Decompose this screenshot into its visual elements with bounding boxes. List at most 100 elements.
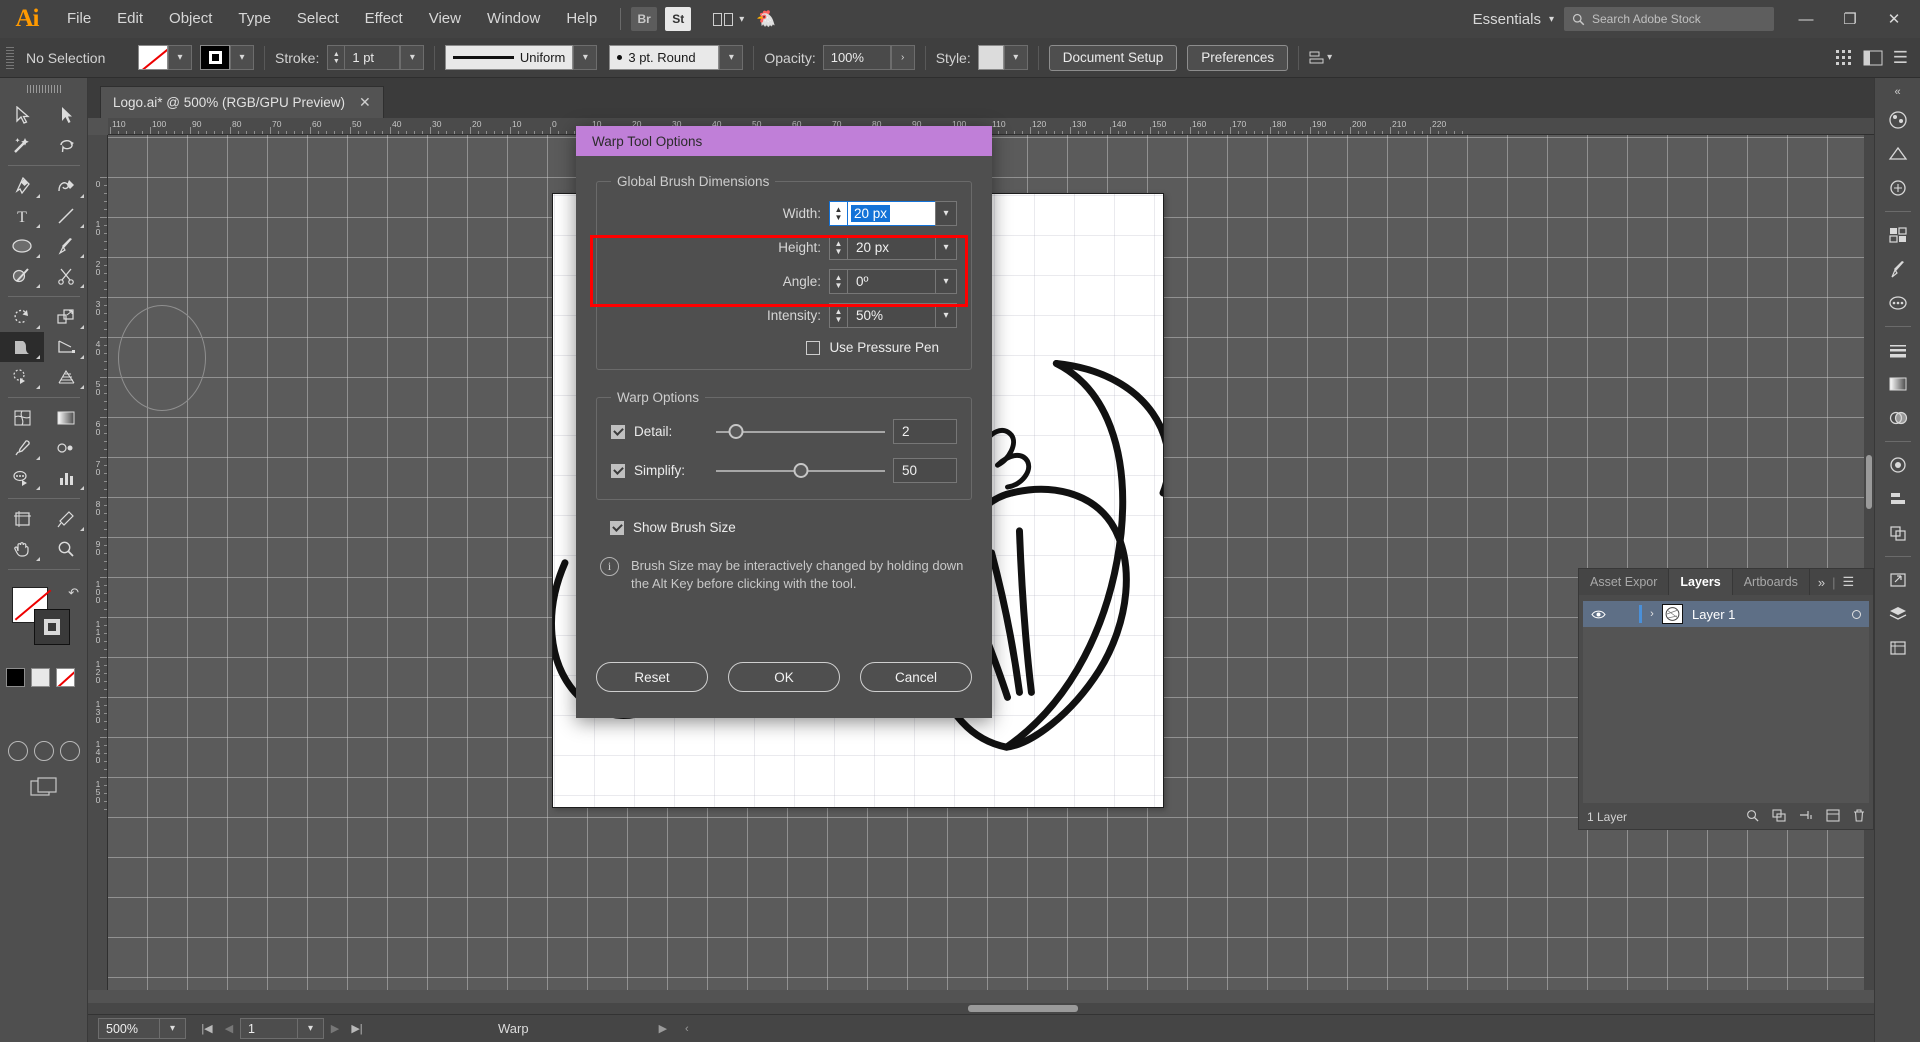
show-brush-size-row[interactable]: Show Brush Size: [596, 520, 972, 535]
delete-icon[interactable]: [1853, 809, 1865, 825]
document-setup-button[interactable]: Document Setup: [1048, 44, 1178, 71]
simplify-slider-knob[interactable]: [793, 462, 808, 478]
height-stepper[interactable]: ▲ ▼: [829, 235, 847, 260]
menu-select[interactable]: Select: [284, 0, 352, 38]
ok-button[interactable]: OK: [728, 662, 840, 692]
menu-view[interactable]: View: [416, 0, 474, 38]
eyedropper-tool[interactable]: [0, 433, 44, 463]
simplify-value[interactable]: 50: [893, 458, 957, 483]
new-layer-icon[interactable]: [1826, 809, 1840, 825]
swap-fill-stroke-icon[interactable]: ↶: [68, 585, 79, 601]
stroke-swatch[interactable]: [200, 45, 230, 70]
line-segment-tool[interactable]: [44, 201, 88, 231]
gradient-button[interactable]: [31, 668, 50, 687]
stock-bird-icon[interactable]: 🐔: [756, 9, 776, 29]
new-sublayer-icon[interactable]: [1772, 809, 1786, 825]
artboard-dropdown[interactable]: ▾: [298, 1018, 324, 1039]
direct-selection-tool[interactable]: [44, 100, 88, 130]
locate-object-icon[interactable]: [1799, 809, 1813, 825]
workspace-switcher[interactable]: Essentials ▾: [1463, 11, 1564, 28]
stroke-panel-icon[interactable]: [1879, 334, 1917, 366]
status-back-icon[interactable]: ‹: [685, 1023, 689, 1035]
close-button[interactable]: ✕: [1872, 0, 1916, 38]
detail-slider[interactable]: [716, 423, 885, 439]
stroke-profile-dropdown[interactable]: ▾: [573, 45, 598, 70]
first-artboard-button[interactable]: |◀: [196, 1018, 218, 1039]
graphic-style-dropdown[interactable]: ▾: [1003, 45, 1028, 70]
appearance-icon[interactable]: [1879, 449, 1917, 481]
column-graph-tool[interactable]: [44, 463, 88, 493]
search-stock-input[interactable]: Search Adobe Stock: [1564, 7, 1774, 31]
brushes-icon[interactable]: [1879, 253, 1917, 285]
free-transform-tool[interactable]: [44, 332, 88, 362]
layers-icon[interactable]: [1879, 598, 1917, 630]
status-play-icon[interactable]: ▶: [659, 1022, 667, 1035]
tools-panel-grip[interactable]: [0, 78, 87, 100]
perspective-grid-tool[interactable]: [44, 362, 88, 392]
use-pressure-pen-checkbox[interactable]: [806, 340, 821, 355]
dialog-title-bar[interactable]: Warp Tool Options: [576, 126, 992, 156]
angle-dropdown[interactable]: ▾: [935, 269, 957, 294]
zoom-dropdown[interactable]: ▾: [160, 1018, 186, 1039]
preferences-button[interactable]: Preferences: [1187, 44, 1289, 71]
hand-tool[interactable]: [0, 534, 44, 564]
maximize-button[interactable]: ❐: [1828, 0, 1872, 38]
panel-menu-icon[interactable]: ☰: [1843, 574, 1855, 590]
draw-normal-icon[interactable]: [7, 741, 28, 761]
curvature-tool[interactable]: [44, 171, 88, 201]
color-guide-icon[interactable]: [1879, 138, 1917, 170]
libraries-icon[interactable]: [1879, 219, 1917, 251]
stroke-weight-control[interactable]: ▲ ▼ 1 pt ▾: [327, 45, 425, 70]
use-pressure-pen-row[interactable]: Use Pressure Pen: [611, 340, 957, 355]
zoom-tool[interactable]: [44, 534, 88, 564]
menu-file[interactable]: File: [54, 0, 104, 38]
ellipse-tool[interactable]: [0, 231, 44, 261]
menu-type[interactable]: Type: [225, 0, 284, 38]
document-tab[interactable]: Logo.ai* @ 500% (RGB/GPU Preview) ✕: [100, 86, 384, 118]
symbols-icon[interactable]: [1879, 287, 1917, 319]
slice-tool[interactable]: [44, 504, 88, 534]
bridge-button[interactable]: Br: [631, 7, 658, 31]
tab-artboards[interactable]: Artboards: [1732, 569, 1810, 595]
align-icon[interactable]: [1309, 50, 1327, 66]
angle-input[interactable]: 0º: [847, 269, 935, 294]
mesh-tool[interactable]: [0, 403, 44, 433]
fill-swatch[interactable]: [138, 45, 168, 70]
zoom-level-input[interactable]: 500%: [98, 1018, 160, 1039]
tab-layers[interactable]: Layers: [1669, 569, 1733, 595]
chevron-down-icon[interactable]: ▾: [1327, 52, 1332, 63]
last-artboard-button[interactable]: ▶|: [346, 1018, 368, 1039]
width-warp-tool[interactable]: [0, 332, 44, 362]
vertical-ruler[interactable]: 0102030405060708090100110120130140150: [88, 135, 108, 990]
menu-help[interactable]: Help: [553, 0, 610, 38]
export-icon[interactable]: [1879, 564, 1917, 596]
align-panel-icon[interactable]: [1879, 483, 1917, 515]
layer-name[interactable]: Layer 1: [1692, 607, 1843, 622]
transparency-icon[interactable]: [1879, 402, 1917, 434]
magic-wand-tool[interactable]: [0, 130, 44, 160]
tab-asset-export[interactable]: Asset Expor: [1579, 569, 1670, 595]
brush-field[interactable]: 3 pt. Round: [609, 45, 720, 70]
opacity-value[interactable]: 100%: [822, 45, 891, 70]
intensity-input[interactable]: 50%: [847, 303, 935, 328]
pen-tool[interactable]: [0, 171, 44, 201]
paintbrush-tool[interactable]: [44, 231, 88, 261]
next-artboard-button[interactable]: ▶: [324, 1018, 346, 1039]
stock-button[interactable]: St: [665, 7, 692, 31]
scale-tool[interactable]: [44, 302, 88, 332]
search-icon[interactable]: [1746, 809, 1759, 825]
target-indicator-icon[interactable]: [1843, 609, 1869, 619]
blend-tool[interactable]: [44, 433, 88, 463]
opacity-dropdown[interactable]: ›: [890, 45, 915, 70]
cancel-button[interactable]: Cancel: [860, 662, 972, 692]
scissors-tool[interactable]: [44, 261, 88, 291]
angle-stepper[interactable]: ▲ ▼: [829, 269, 847, 294]
brush-dropdown[interactable]: ▾: [719, 45, 744, 70]
lasso-tool[interactable]: [44, 130, 88, 160]
stroke-dropdown[interactable]: ▾: [230, 45, 254, 70]
color-button[interactable]: [6, 668, 25, 687]
panel-menu-icon[interactable]: ☰: [1893, 48, 1908, 68]
detail-value[interactable]: 2: [893, 419, 957, 444]
draw-behind-icon[interactable]: [33, 741, 54, 761]
panel-overflow-icon[interactable]: »: [1818, 575, 1825, 590]
